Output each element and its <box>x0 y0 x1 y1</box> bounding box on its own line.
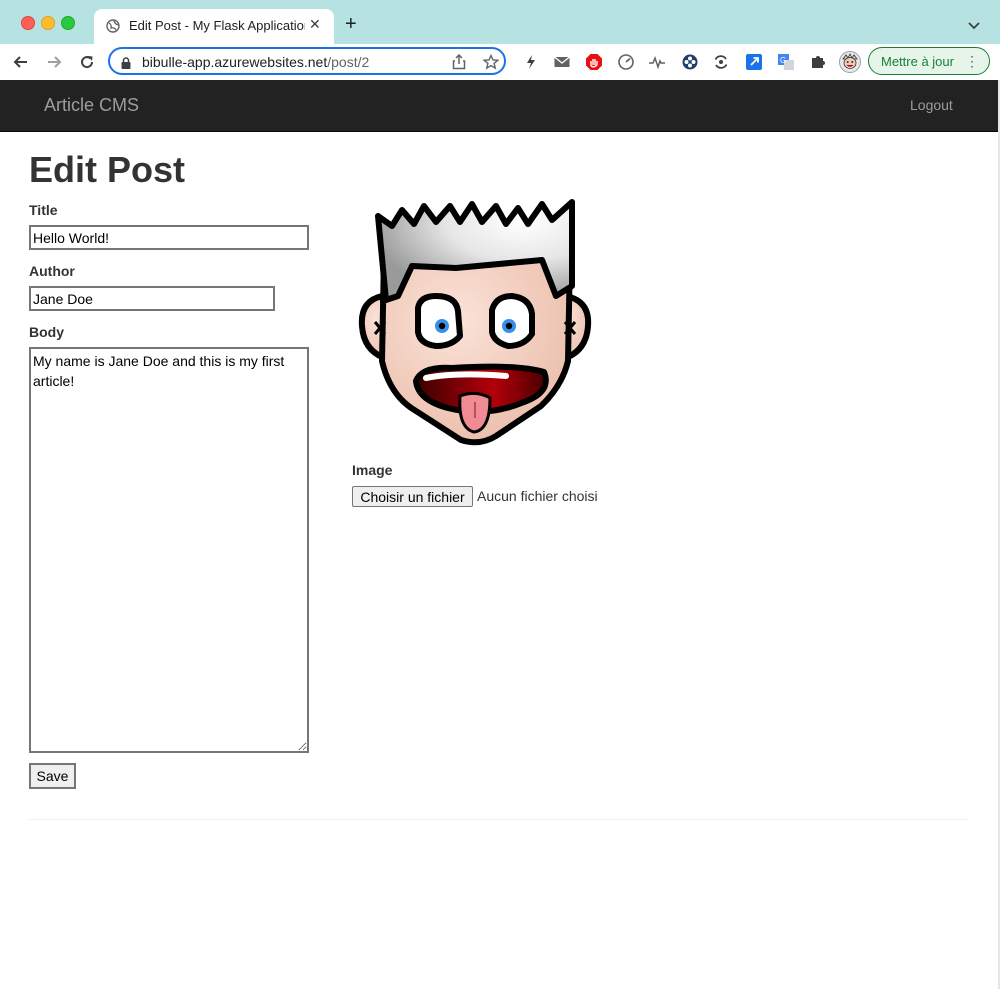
back-arrow-icon[interactable] <box>11 52 31 72</box>
body-textarea[interactable]: My name is Jane Doe and this is my first… <box>29 347 309 753</box>
choose-file-button[interactable]: Choisir un fichier <box>352 486 473 507</box>
app-navbar: Article CMS Logout <box>0 80 998 132</box>
share-icon[interactable] <box>452 53 466 75</box>
forward-arrow-icon[interactable] <box>44 52 64 72</box>
external-link-icon[interactable] <box>745 53 763 71</box>
browser-toolbar: bibulle-app.azurewebsites.net/post/2 G M… <box>0 44 1000 81</box>
footer-divider <box>29 819 968 820</box>
mail-icon[interactable] <box>553 53 571 71</box>
close-window-button[interactable] <box>21 16 35 30</box>
maximize-window-button[interactable] <box>61 16 75 30</box>
save-button[interactable]: Save <box>29 763 76 789</box>
close-tab-icon[interactable]: ✕ <box>309 16 321 33</box>
author-input[interactable] <box>29 286 275 311</box>
logout-link[interactable]: Logout <box>910 97 953 113</box>
title-input[interactable] <box>29 225 309 250</box>
puzzle-icon[interactable] <box>809 53 827 71</box>
more-menu-icon[interactable]: ⋮ <box>965 53 979 70</box>
browser-tab-active[interactable]: Edit Post - My Flask Application ✕ <box>94 9 334 44</box>
page-title: Edit Post <box>29 149 186 190</box>
update-browser-button[interactable]: Mettre à jour ⋮ <box>868 47 990 75</box>
new-tab-button[interactable]: + <box>345 14 357 34</box>
bookmark-star-icon[interactable] <box>482 53 500 75</box>
lock-icon[interactable] <box>121 56 131 74</box>
title-label: Title <box>29 202 58 218</box>
reload-icon[interactable] <box>77 52 97 72</box>
speed-icon[interactable] <box>617 53 635 71</box>
minimize-window-button[interactable] <box>41 16 55 30</box>
image-label: Image <box>352 462 393 478</box>
profile-avatar[interactable] <box>839 51 861 73</box>
flower-icon[interactable] <box>681 53 699 71</box>
author-label: Author <box>29 263 75 279</box>
url-text: bibulle-app.azurewebsites.net/post/2 <box>142 54 370 70</box>
body-label: Body <box>29 324 64 340</box>
file-status-text: Aucun fichier choisi <box>477 488 598 504</box>
tab-title: Edit Post - My Flask Application <box>129 18 305 33</box>
address-bar[interactable]: bibulle-app.azurewebsites.net/post/2 <box>108 47 506 75</box>
browser-chrome: Edit Post - My Flask Application ✕ + bib… <box>0 0 1000 81</box>
chevron-down-icon[interactable] <box>968 17 980 35</box>
sync-icon[interactable] <box>712 53 730 71</box>
post-image <box>356 196 596 451</box>
svg-text:G: G <box>780 56 786 65</box>
bolt-icon[interactable] <box>522 53 540 71</box>
globe-icon <box>106 19 120 38</box>
pulse-icon[interactable] <box>648 53 666 71</box>
shield-icon[interactable] <box>585 53 603 71</box>
translate-icon[interactable]: G <box>777 53 795 71</box>
navbar-brand-link[interactable]: Article CMS <box>44 95 139 116</box>
